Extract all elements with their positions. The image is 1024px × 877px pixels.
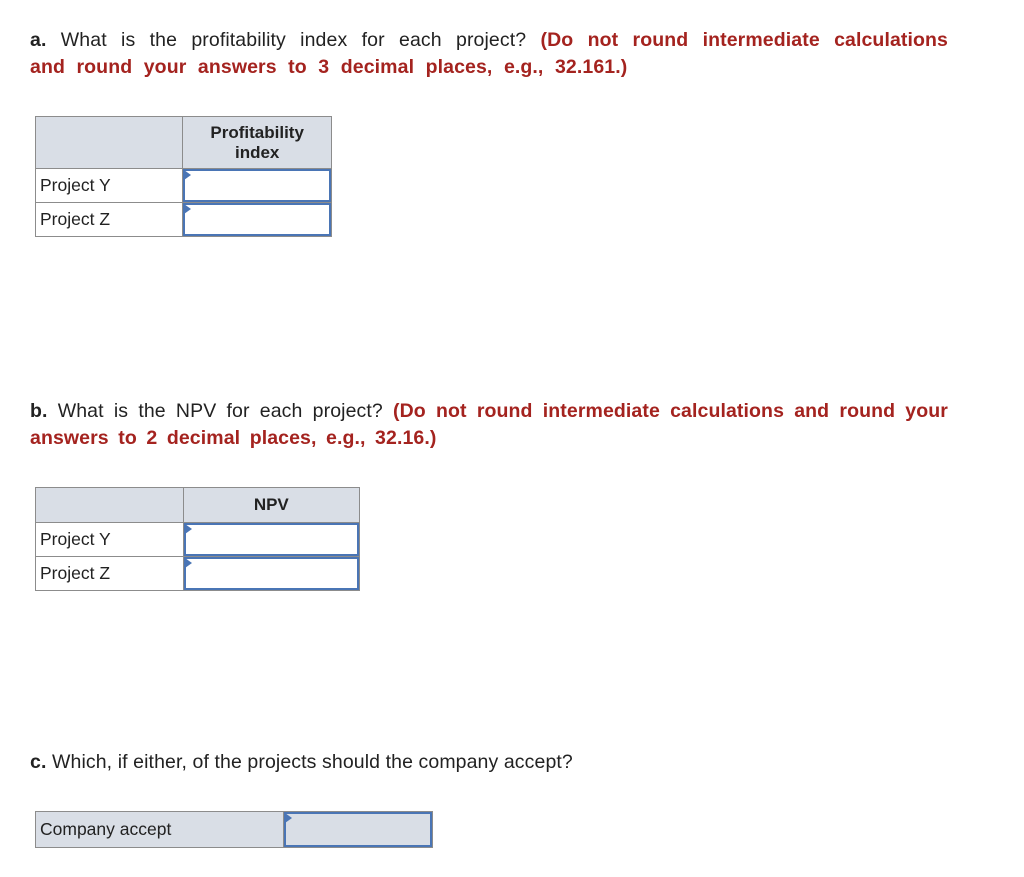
table-row: Project Z (35, 556, 361, 591)
table-row: Project Y (35, 522, 361, 557)
row-label-project-z: Project Z (35, 556, 184, 591)
npv-project-y-cell (182, 522, 361, 557)
table-header-row: NPV (35, 487, 361, 523)
header-profitability-index-label: Profitability index (210, 122, 304, 162)
npv-table: NPV Project Y Project Z (35, 487, 361, 591)
table-header-row: Profitability index (34, 116, 332, 169)
header-empty-cell (34, 116, 184, 169)
question-c-text: Which, if either, of the projects should… (52, 751, 573, 773)
question-b: b. What is the NPV for each project? (Do… (30, 398, 948, 451)
header-empty-cell (35, 487, 184, 523)
row-label-project-y: Project Y (34, 168, 184, 203)
company-accept-cell (283, 811, 433, 848)
npv-project-y-input[interactable] (183, 523, 359, 556)
pi-project-y-cell (182, 168, 332, 203)
question-b-text: What is the NPV for each project? (57, 400, 383, 422)
company-accept-select[interactable] (284, 812, 432, 847)
npv-project-z-cell (182, 556, 361, 591)
table-row: Project Z (34, 202, 332, 237)
question-b-letter: b. (30, 400, 48, 422)
profitability-index-table: Profitability index Project Y Project Z (34, 116, 332, 237)
question-a-letter: a. (30, 29, 47, 51)
header-npv: NPV (182, 487, 361, 523)
header-profitability-index: Profitability index (182, 116, 332, 169)
question-a-text: What is the profitability index for each… (60, 29, 527, 51)
row-label-project-z: Project Z (34, 202, 184, 237)
question-a: a. What is the profitability index for e… (30, 27, 948, 80)
npv-project-z-input[interactable] (183, 557, 359, 590)
pi-project-y-input[interactable] (183, 169, 331, 202)
company-accept-table: Company accept (34, 811, 433, 848)
question-c: c. Which, if either, of the projects sho… (30, 749, 948, 776)
table-row: Project Y (34, 168, 332, 203)
question-c-letter: c. (30, 751, 47, 773)
row-label-company-accept: Company accept (34, 811, 285, 848)
table-row: Company accept (34, 811, 433, 848)
pi-project-z-input[interactable] (183, 203, 331, 236)
row-label-project-y: Project Y (35, 522, 184, 557)
pi-project-z-cell (182, 202, 332, 237)
